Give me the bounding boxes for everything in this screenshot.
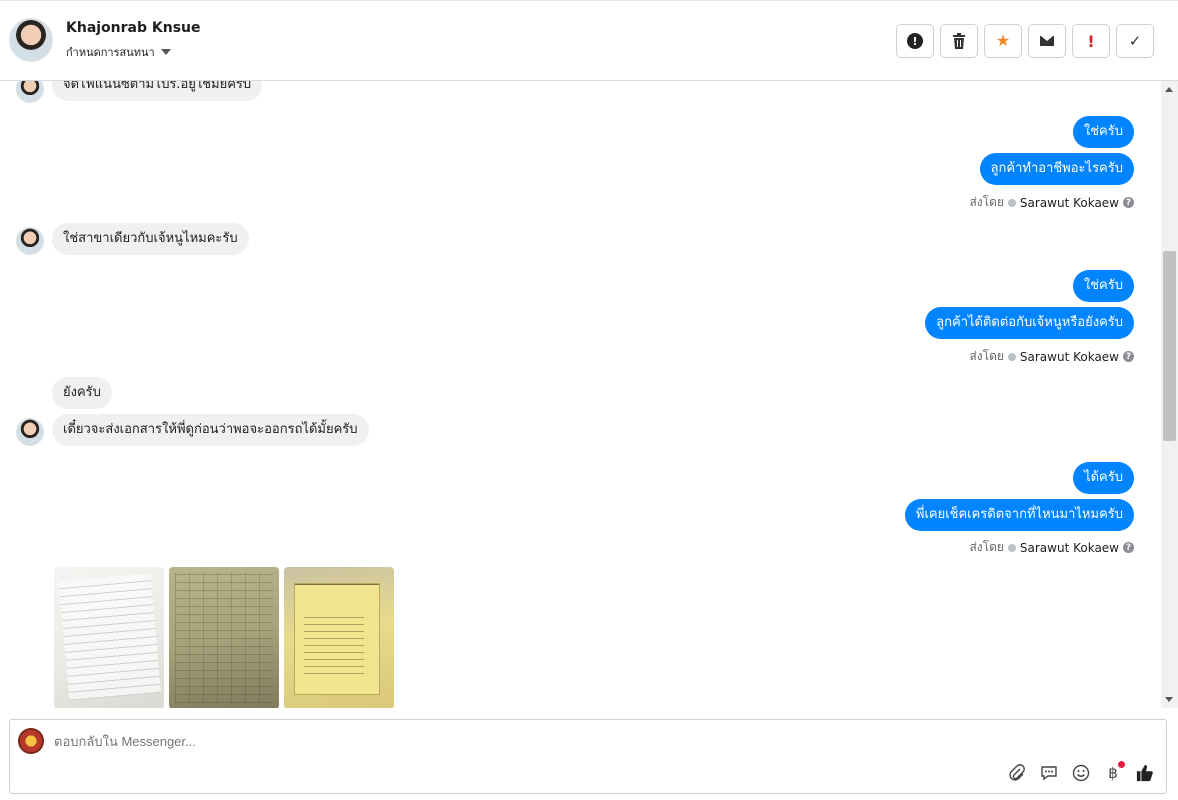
- emoji-button[interactable]: [1072, 764, 1090, 782]
- thread-scrollbar[interactable]: [1161, 81, 1178, 708]
- conversation-status-dropdown[interactable]: กำหนดการสนทนา: [66, 43, 171, 61]
- reply-composer: ฿: [9, 719, 1167, 794]
- star-button[interactable]: ★: [984, 24, 1022, 58]
- help-icon[interactable]: ?: [1123, 197, 1134, 208]
- message-outgoing: พี่เคยเช็คเครดิตจากที่ไหนมาไหมครับ: [904, 499, 1134, 531]
- check-icon: ✓: [1128, 32, 1142, 50]
- attach-icon: [1009, 764, 1025, 781]
- message-incoming: เดี๋ยวจะส่งเอกสารให้พี่ดูก่อนว่าพอจะออกร…: [52, 414, 369, 446]
- message-outgoing: ใช่ครับ: [1072, 270, 1134, 302]
- saved-reply-icon: [1041, 766, 1057, 781]
- message-meta: ส่งโดย Sarawut Kokaew ?: [969, 193, 1134, 212]
- agent-name[interactable]: Sarawut Kokaew: [1020, 350, 1119, 364]
- contact-mini-avatar: [16, 81, 44, 103]
- delete-button[interactable]: [940, 24, 978, 58]
- header-actions: ! ★ ! ✓: [896, 24, 1154, 58]
- contact-avatar[interactable]: [9, 18, 53, 62]
- agent-name[interactable]: Sarawut Kokaew: [1020, 541, 1119, 555]
- contact-mini-avatar: [16, 227, 44, 255]
- message-outgoing: ใช่ครับ: [1072, 116, 1134, 148]
- mark-unread-button[interactable]: [1028, 24, 1066, 58]
- like-button[interactable]: [1136, 764, 1154, 782]
- payment-icon: ฿: [1108, 764, 1118, 782]
- message-outgoing: ลูกค้าได้ติดต่อกับเจ้หนูหรือยังครับ: [925, 307, 1134, 339]
- message-meta: ส่งโดย Sarawut Kokaew ?: [969, 538, 1134, 557]
- saved-reply-button[interactable]: [1040, 764, 1058, 782]
- report-button[interactable]: !: [896, 24, 934, 58]
- attach-button[interactable]: [1008, 764, 1026, 782]
- contact-name[interactable]: Khajonrab Knsue: [66, 20, 201, 36]
- sent-by-label: ส่งโดย: [969, 540, 1004, 554]
- help-icon[interactable]: ?: [1123, 542, 1134, 553]
- message-incoming: ใช่สาขาเดียวกับเจ้หนูไหมคะรับ: [52, 223, 249, 255]
- mark-done-button[interactable]: ✓: [1116, 24, 1154, 58]
- scroll-up-icon[interactable]: [1165, 87, 1173, 92]
- message-thread[interactable]: จัดไฟแนนซ์ตามโปร.อยู่ใช่มั้ยครับ ใช่ครับ…: [0, 81, 1178, 708]
- sent-by-label: ส่งโดย: [969, 349, 1004, 363]
- contact-mini-avatar: [16, 418, 44, 446]
- message-incoming: ยังครับ: [52, 377, 112, 409]
- verified-icon: [1007, 352, 1016, 361]
- star-icon: ★: [995, 31, 1011, 50]
- message-outgoing: ลูกค้าทำอาชีพอะไรครับ: [979, 153, 1134, 185]
- help-icon[interactable]: ?: [1123, 351, 1134, 362]
- photo-attachment[interactable]: [54, 567, 164, 708]
- agent-name[interactable]: Sarawut Kokaew: [1020, 196, 1119, 210]
- mail-icon: [1040, 36, 1054, 46]
- scrollbar-thumb[interactable]: [1163, 251, 1176, 441]
- sent-by-label: ส่งโดย: [969, 195, 1004, 209]
- scroll-down-icon[interactable]: [1165, 697, 1173, 702]
- emoji-icon: [1072, 764, 1090, 782]
- verified-icon: [1007, 543, 1016, 552]
- photo-attachments: [54, 567, 394, 708]
- verified-icon: [1007, 198, 1016, 207]
- like-icon: [1136, 764, 1153, 782]
- message-incoming: จัดไฟแนนซ์ตามโปร.อยู่ใช่มั้ยครับ: [52, 81, 263, 101]
- message-meta: ส่งโดย Sarawut Kokaew ?: [969, 347, 1134, 366]
- caret-down-icon: [160, 49, 171, 55]
- payment-button[interactable]: ฿: [1104, 761, 1125, 782]
- important-icon: !: [1087, 31, 1095, 51]
- page-avatar: [18, 728, 44, 754]
- photo-attachment[interactable]: [169, 567, 279, 708]
- conversation-status-label: กำหนดการสนทนา: [66, 46, 155, 59]
- reply-input[interactable]: [54, 734, 554, 749]
- important-button[interactable]: !: [1072, 24, 1110, 58]
- composer-tools: ฿: [1008, 761, 1154, 782]
- notification-dot: [1118, 761, 1125, 768]
- conversation-header: Khajonrab Knsue กำหนดการสนทนา ! ★ ! ✓: [0, 0, 1178, 81]
- report-icon: !: [907, 33, 923, 49]
- trash-icon: [953, 33, 965, 49]
- photo-attachment[interactable]: [284, 567, 394, 708]
- message-outgoing: ได้ครับ: [1073, 462, 1134, 494]
